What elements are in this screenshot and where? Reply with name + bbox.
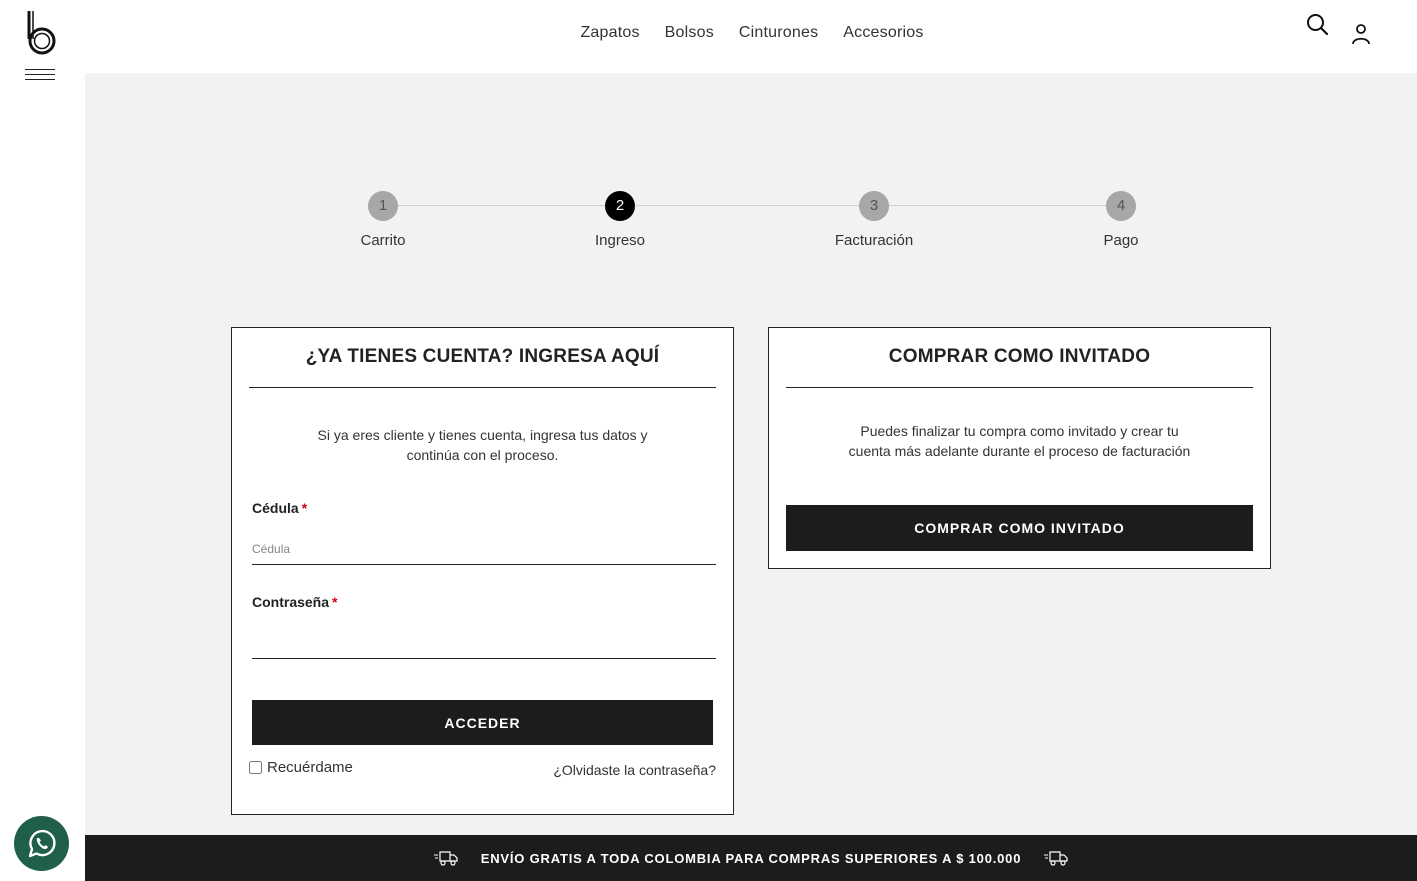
step-label: Ingreso [594,232,646,249]
truck-icon [433,851,458,866]
password-input[interactable] [252,627,716,659]
login-description: Si ya eres cliente y tienes cuenta, ingr… [317,427,648,463]
shipping-banner-text: ENVÍO GRATIS A TODA COLOMBIA PARA COMPRA… [480,850,1022,866]
cedula-label: Cédula * [252,500,307,516]
nav-item-accesorios[interactable]: Accesorios [843,24,923,42]
cedula-input[interactable] [252,533,716,565]
user-icon[interactable] [1350,23,1372,45]
nav-item-cinturones[interactable]: Cinturones [739,24,818,42]
step-number: 4 [1106,191,1136,221]
step-carrito[interactable]: 1 Carrito [313,191,453,249]
remember-me[interactable]: Recuérdame [249,759,353,776]
login-title: ¿YA TIENES CUENTA? INGRESA AQUÍ [249,346,716,388]
guest-title: COMPRAR COMO INVITADO [786,346,1253,388]
password-label: Contraseña * [252,594,337,610]
truck-icon [1044,851,1068,866]
left-rail [0,0,85,881]
hamburger-icon[interactable] [25,69,55,83]
password-label-text: Contraseña [252,594,330,610]
remember-label: Recuérdame [267,759,353,776]
step-number: 2 [605,191,635,221]
remember-checkbox[interactable] [249,761,262,774]
nav-item-zapatos[interactable]: Zapatos [580,24,639,42]
whatsapp-button[interactable] [14,816,69,871]
forgot-password-link[interactable]: ¿Olvidaste la contraseña? [553,762,716,778]
required-marker: * [301,500,308,516]
login-card: ¿YA TIENES CUENTA? INGRESA AQUÍ Si ya er… [231,327,734,815]
cedula-label-text: Cédula [252,500,299,516]
guest-card: COMPRAR COMO INVITADO Puedes finalizar t… [768,327,1271,569]
step-number: 1 [368,191,398,221]
step-label: Carrito [360,232,406,249]
main-nav: Zapatos Bolsos Cinturones Accesorios [85,24,1417,42]
search-icon[interactable] [1306,13,1328,35]
checkout-stepper: 1 Carrito 2 Ingreso 3 Facturación 4 Pago [85,73,1417,273]
step-ingreso[interactable]: 2 Ingreso [550,191,690,249]
nav-item-bolsos[interactable]: Bolsos [665,24,714,42]
login-submit-button[interactable]: ACCEDER [252,700,713,745]
step-facturacion[interactable]: 3 Facturación [804,191,944,249]
whatsapp-icon [28,829,56,858]
required-marker: * [332,594,338,610]
step-number: 3 [859,191,889,221]
brand-logo[interactable] [24,9,58,55]
step-label: Pago [1103,232,1139,249]
guest-checkout-button[interactable]: COMPRAR COMO INVITADO [786,505,1253,551]
checkout-main: 1 Carrito 2 Ingreso 3 Facturación 4 Pago… [85,73,1417,835]
step-pago[interactable]: 4 Pago [1051,191,1191,249]
step-label: Facturación [834,232,914,249]
shipping-banner: ENVÍO GRATIS A TODA COLOMBIA PARA COMPRA… [85,835,1417,881]
site-header: Zapatos Bolsos Cinturones Accesorios [85,0,1417,73]
guest-description: Puedes finalizar tu compra como invitado… [848,423,1191,459]
